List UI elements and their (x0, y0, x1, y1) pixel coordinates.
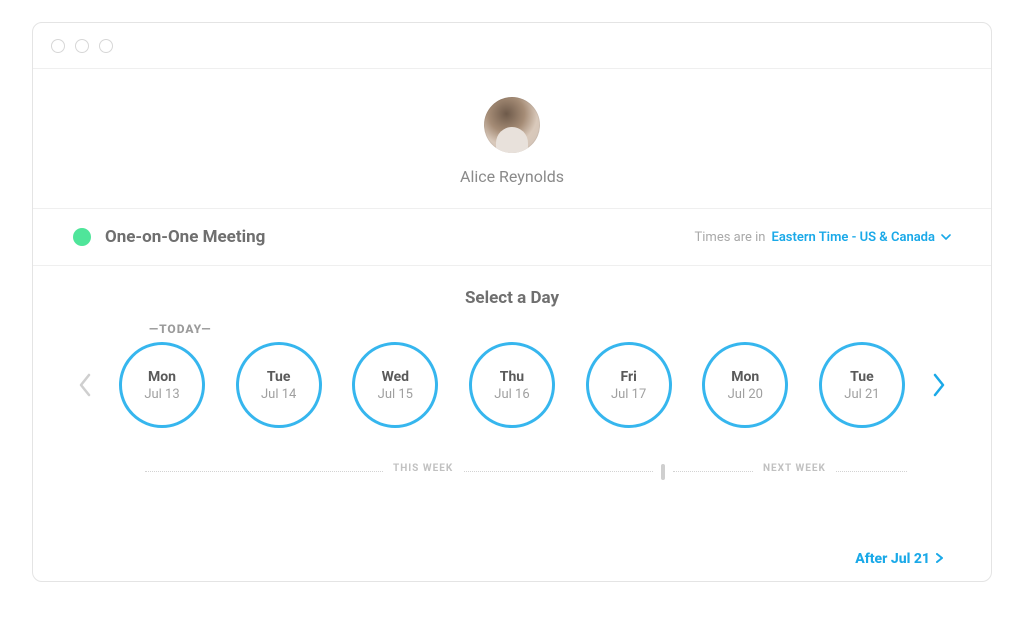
select-heading: Select a Day (73, 288, 951, 308)
day-date: Jul 21 (844, 387, 879, 402)
profile-name: Alice Reynolds (33, 167, 991, 186)
profile-header: Alice Reynolds (33, 69, 991, 209)
day-option[interactable]: Wed Jul 15 (352, 342, 438, 428)
chevron-down-icon (941, 234, 951, 240)
day-of-week: Tue (850, 369, 874, 385)
day-of-week: Mon (148, 369, 176, 385)
day-of-week: Fri (620, 369, 636, 385)
window-minimize-icon[interactable] (75, 39, 89, 53)
timezone-area: Times are in Eastern Time - US & Canada (695, 230, 951, 245)
day-of-week: Tue (267, 369, 291, 385)
day-of-week: Mon (731, 369, 759, 385)
timezone-prefix: Times are in (695, 230, 766, 245)
day-row: Mon Jul 13 Tue Jul 14 Wed Jul 15 Thu Jul… (73, 342, 951, 428)
day-date: Jul 13 (144, 387, 179, 402)
today-label: —TODAY— (149, 322, 951, 336)
next-days-button[interactable] (927, 365, 951, 405)
avatar (484, 97, 540, 153)
days-list: Mon Jul 13 Tue Jul 14 Wed Jul 15 Thu Jul… (119, 342, 905, 428)
day-date: Jul 14 (261, 387, 296, 402)
window-close-icon[interactable] (51, 39, 65, 53)
day-of-week: Thu (500, 369, 524, 385)
this-week-label: THIS WEEK (383, 463, 463, 474)
day-selector: Select a Day —TODAY— Mon Jul 13 Tue Jul … (33, 266, 991, 581)
day-date: Jul 15 (378, 387, 413, 402)
day-option[interactable]: Tue Jul 14 (236, 342, 322, 428)
chevron-right-icon (936, 551, 943, 567)
day-option[interactable]: Mon Jul 13 (119, 342, 205, 428)
day-date: Jul 20 (728, 387, 763, 402)
day-option[interactable]: Tue Jul 21 (819, 342, 905, 428)
day-date: Jul 17 (611, 387, 646, 402)
window-zoom-icon[interactable] (99, 39, 113, 53)
prev-days-button[interactable] (73, 365, 97, 405)
browser-window: Alice Reynolds One-on-One Meeting Times … (32, 22, 992, 582)
status-dot-icon (73, 228, 91, 246)
day-date: Jul 16 (494, 387, 529, 402)
meeting-info: One-on-One Meeting (73, 227, 265, 247)
after-date-label: After Jul 21 (855, 551, 930, 567)
after-date-link[interactable]: After Jul 21 (855, 551, 943, 567)
day-option[interactable]: Thu Jul 16 (469, 342, 555, 428)
day-option[interactable]: Fri Jul 17 (586, 342, 672, 428)
meeting-title: One-on-One Meeting (105, 227, 265, 247)
timezone-value: Eastern Time - US & Canada (771, 230, 935, 245)
window-titlebar (33, 23, 991, 69)
week-divider: THIS WEEK NEXT WEEK (73, 462, 951, 482)
meeting-bar: One-on-One Meeting Times are in Eastern … (33, 209, 991, 266)
next-week-label: NEXT WEEK (753, 463, 836, 474)
day-option[interactable]: Mon Jul 20 (702, 342, 788, 428)
day-of-week: Wed (382, 369, 409, 385)
timezone-select[interactable]: Eastern Time - US & Canada (771, 230, 951, 245)
week-split-marker-icon (661, 464, 665, 480)
